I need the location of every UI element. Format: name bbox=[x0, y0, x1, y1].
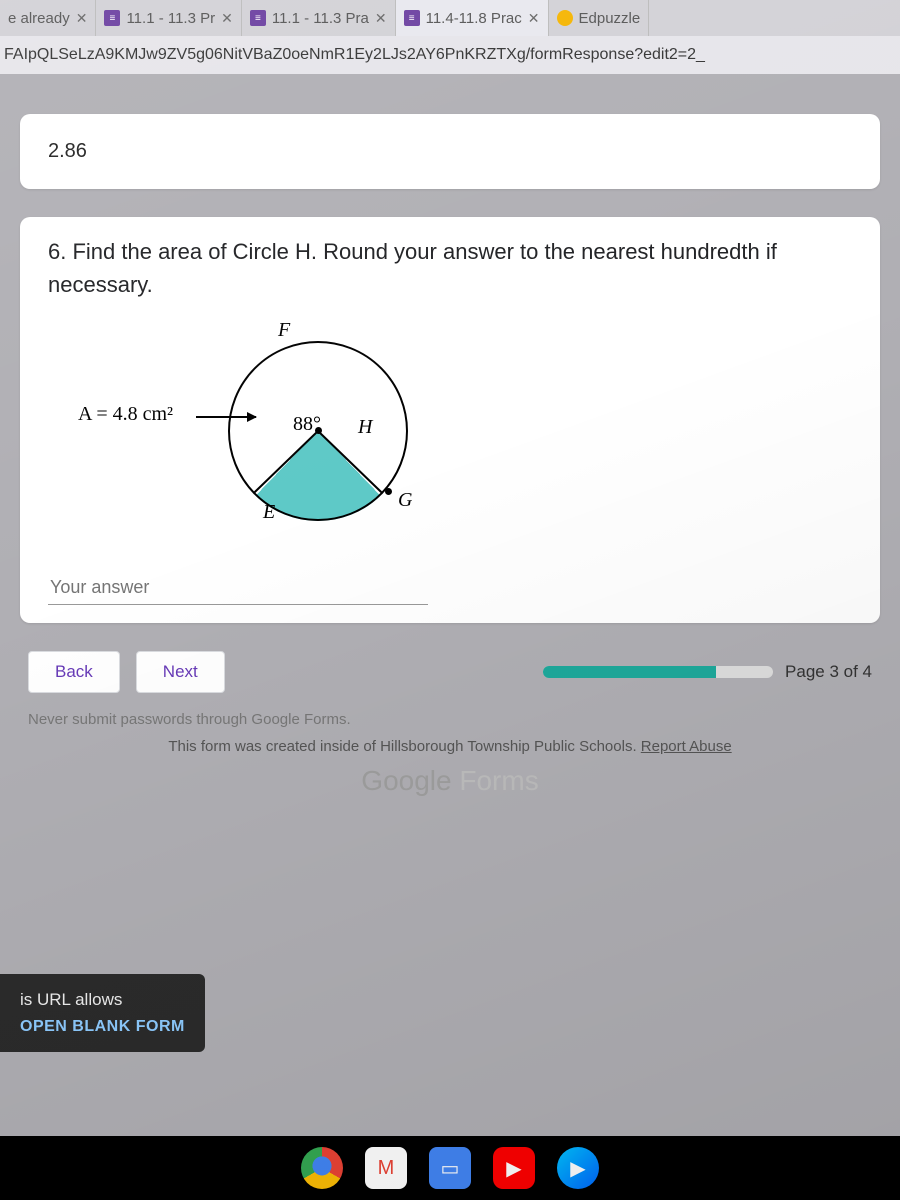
page-indicator: Page 3 of 4 bbox=[785, 662, 872, 682]
tab-label: Edpuzzle bbox=[579, 10, 641, 27]
area-label: A = 4.8 cm² bbox=[78, 403, 173, 426]
google-forms-icon: ≡ bbox=[104, 10, 120, 26]
g-point bbox=[385, 488, 392, 495]
progress-wrap: Page 3 of 4 bbox=[241, 662, 872, 682]
org-footer: This form was created inside of Hillsbor… bbox=[0, 738, 900, 755]
tab-11-1-a[interactable]: ≡ 11.1 - 11.3 Pr ✕ bbox=[96, 0, 241, 36]
circle-diagram: A = 4.8 cm² F E G H 88° bbox=[78, 321, 418, 541]
previous-answer-card: 2.86 bbox=[20, 114, 880, 189]
google-forms-icon: ≡ bbox=[250, 10, 266, 26]
open-blank-form-button[interactable]: OPEN BLANK FORM bbox=[20, 1018, 185, 1036]
snackbar: is URL allows OPEN BLANK FORM bbox=[0, 974, 205, 1052]
close-icon[interactable]: ✕ bbox=[528, 10, 540, 27]
tab-11-1-b[interactable]: ≡ 11.1 - 11.3 Pra ✕ bbox=[242, 0, 396, 36]
play-icon[interactable]: ▶ bbox=[557, 1147, 599, 1189]
label-f: F bbox=[278, 319, 290, 342]
address-bar[interactable]: FAIpQLSeLzA9KMJw9ZV5g06NitVBaZ0oeNmR1Ey2… bbox=[0, 36, 900, 74]
google-forms-icon: ≡ bbox=[404, 10, 420, 26]
gmail-icon[interactable]: M bbox=[365, 1147, 407, 1189]
nav-row: Back Next Page 3 of 4 bbox=[28, 651, 872, 693]
next-button[interactable]: Next bbox=[136, 651, 225, 693]
taskbar: M ▭ ▶ ▶ bbox=[0, 1136, 900, 1200]
footer-org: Hillsborough Township Public Schools. bbox=[380, 738, 637, 755]
close-icon[interactable]: ✕ bbox=[76, 10, 88, 27]
area-arrow bbox=[196, 416, 256, 418]
browser-tabs: e already ✕ ≡ 11.1 - 11.3 Pr ✕ ≡ 11.1 - … bbox=[0, 0, 900, 36]
password-disclaimer: Never submit passwords through Google Fo… bbox=[28, 711, 872, 728]
edpuzzle-icon bbox=[557, 10, 573, 26]
answer-input[interactable] bbox=[48, 571, 428, 605]
form-content: 2.86 6. Find the area of Circle H. Round… bbox=[0, 74, 900, 797]
tab-already[interactable]: e already ✕ bbox=[0, 0, 96, 36]
tab-edpuzzle[interactable]: Edpuzzle bbox=[549, 0, 650, 36]
angle-label: 88° bbox=[293, 413, 321, 436]
snackbar-message: is URL allows bbox=[20, 990, 185, 1010]
tab-label: e already bbox=[8, 10, 70, 27]
close-icon[interactable]: ✕ bbox=[375, 10, 387, 27]
progress-fill bbox=[543, 666, 716, 678]
tab-11-4[interactable]: ≡ 11.4-11.8 Prac ✕ bbox=[396, 0, 549, 36]
back-button[interactable]: Back bbox=[28, 651, 120, 693]
docs-icon[interactable]: ▭ bbox=[429, 1147, 471, 1189]
footer-pre: This form was created inside of bbox=[168, 738, 380, 755]
chrome-icon[interactable] bbox=[301, 1147, 343, 1189]
progress-bar bbox=[543, 666, 773, 678]
label-h: H bbox=[358, 416, 372, 439]
tab-label: 11.4-11.8 Prac bbox=[426, 10, 522, 27]
google-forms-logo[interactable]: Google Forms bbox=[0, 765, 900, 797]
question-text: 6. Find the area of Circle H. Round your… bbox=[48, 235, 852, 301]
label-g: G bbox=[398, 489, 412, 512]
close-icon[interactable]: ✕ bbox=[221, 10, 233, 27]
url-text: FAIpQLSeLzA9KMJw9ZV5g06NitVBaZ0oeNmR1Ey2… bbox=[4, 46, 705, 64]
question-card: 6. Find the area of Circle H. Round your… bbox=[20, 217, 880, 623]
tab-label: 11.1 - 11.3 Pra bbox=[272, 10, 369, 27]
tab-label: 11.1 - 11.3 Pr bbox=[126, 10, 215, 27]
youtube-icon[interactable]: ▶ bbox=[493, 1147, 535, 1189]
report-abuse-link[interactable]: Report Abuse bbox=[641, 738, 732, 755]
previous-answer-value: 2.86 bbox=[48, 132, 852, 171]
label-e: E bbox=[263, 501, 275, 524]
